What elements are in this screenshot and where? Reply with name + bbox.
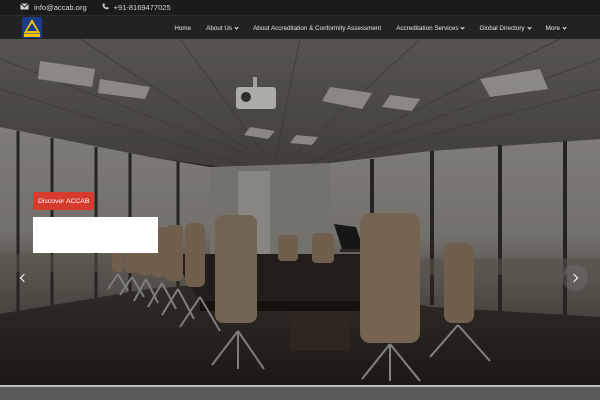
nav-menu: Home About Us About Accreditation & Conf… (159, 16, 567, 40)
chevron-down-icon (234, 24, 239, 30)
slider-next-button[interactable] (562, 265, 588, 291)
divider (0, 385, 600, 387)
nav-item-home[interactable]: Home (174, 25, 191, 32)
accab-logo[interactable] (22, 17, 42, 38)
chevron-right-icon (569, 273, 578, 283)
main-navbar: Home About Us About Accreditation & Conf… (0, 15, 600, 39)
nav-item-label: About Accreditation & Conformity Assessm… (253, 24, 382, 32)
discover-button[interactable]: Discover ACCAB (33, 192, 95, 210)
nav-item-label: Global Directory (479, 24, 525, 32)
email-contact[interactable]: info@accab.org (20, 3, 87, 12)
nav-item-global-directory[interactable]: Global Directory (479, 24, 532, 32)
phone-text[interactable]: +91-8169477025 (114, 3, 171, 12)
top-contact-bar: info@accab.org +91-8169477025 (0, 0, 600, 15)
nav-item-label: More (545, 24, 560, 32)
hero-caption-box (33, 217, 158, 253)
nav-item-label: Accreditation Services (396, 24, 459, 32)
email-text[interactable]: info@accab.org (34, 3, 87, 12)
hero-background-image (0, 39, 600, 385)
chevron-left-icon (19, 273, 28, 283)
phone-contact[interactable]: +91-8169477025 (102, 3, 171, 12)
hero-slider: Discover ACCAB (0, 39, 600, 385)
chevron-down-icon (527, 24, 532, 30)
content-section-edge (0, 385, 600, 400)
nav-item-label: Home (174, 24, 192, 32)
phone-icon (102, 3, 109, 12)
envelope-icon (20, 3, 29, 12)
nav-item-about-us[interactable]: About Us (206, 24, 239, 32)
nav-item-about-accreditation[interactable]: About Accreditation & Conformity Assessm… (253, 25, 381, 32)
nav-item-accreditation-services[interactable]: Accreditation Services (396, 24, 466, 32)
chevron-down-icon (460, 24, 466, 30)
chevron-down-icon (562, 24, 567, 30)
nav-item-more[interactable]: More (545, 24, 567, 32)
slider-prev-button[interactable] (9, 265, 35, 291)
nav-item-label: About Us (206, 24, 233, 32)
